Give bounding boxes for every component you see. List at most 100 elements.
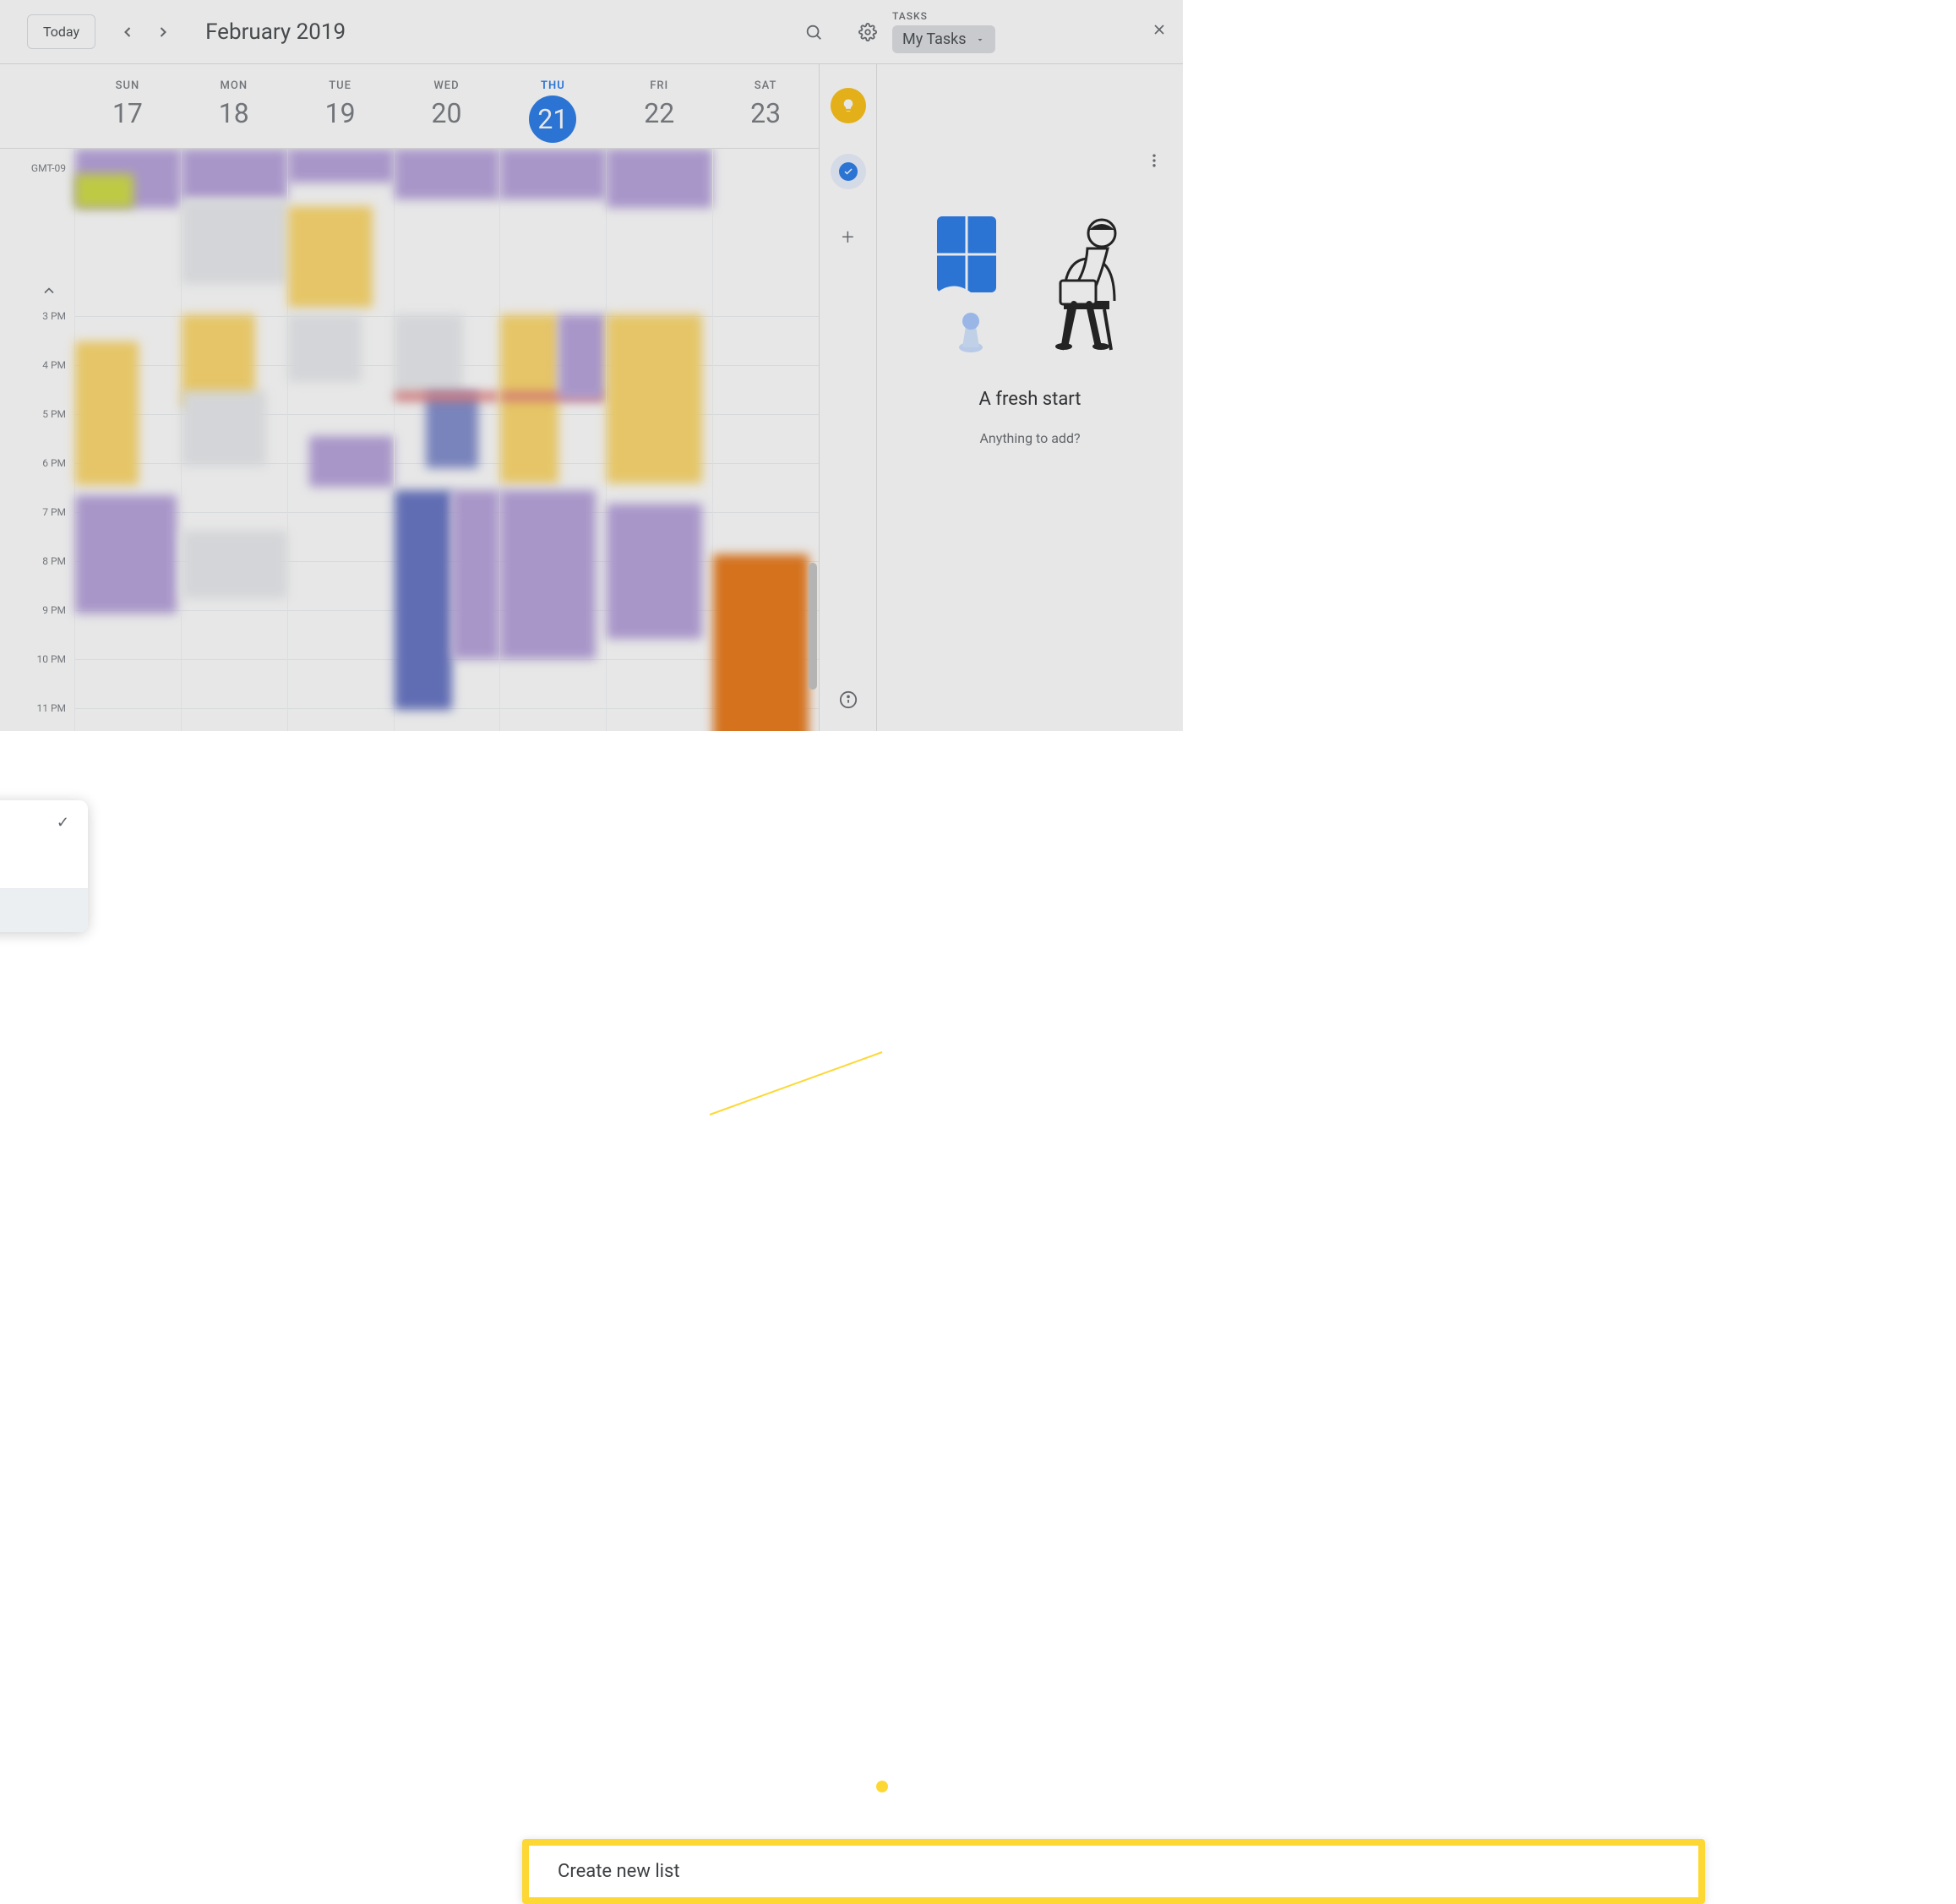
chevron-up-icon [41, 282, 57, 299]
calendar-event[interactable] [75, 174, 133, 208]
keep-sidebar-button[interactable] [831, 88, 866, 123]
day-header-tue[interactable]: TUE 19 [287, 64, 394, 148]
calendar-event[interactable] [182, 199, 287, 284]
day-header-mon[interactable]: MON 18 [181, 64, 287, 148]
calendar-event[interactable] [607, 314, 701, 483]
day-column[interactable] [606, 149, 712, 731]
calendar-event[interactable] [395, 392, 500, 401]
today-button[interactable]: Today [27, 14, 95, 49]
caret-down-icon [975, 35, 985, 45]
month-title: February 2019 [205, 19, 778, 45]
time-label: 3 PM [42, 310, 66, 322]
day-of-week-label: THU [499, 79, 606, 92]
time-label: 4 PM [42, 359, 66, 371]
callout-text: Create new list [558, 1861, 680, 1882]
prev-week-button[interactable] [112, 17, 143, 47]
day-header-fri[interactable]: FRI 22 [606, 64, 712, 148]
day-of-week-label: TUE [287, 79, 394, 92]
calendar-event[interactable] [182, 149, 287, 199]
calendar-event[interactable] [607, 149, 712, 208]
tasks-more-button[interactable] [1146, 152, 1163, 172]
tasks-check-icon [843, 166, 853, 177]
day-number: 19 [287, 97, 394, 129]
day-number: 23 [712, 97, 819, 129]
next-week-button[interactable] [148, 17, 178, 47]
day-of-week-label: SUN [74, 79, 181, 92]
callout-box: Create new list [522, 1839, 1705, 1904]
calendar-event[interactable] [500, 490, 595, 659]
timezone-label: GMT-09 [31, 162, 66, 174]
more-vertical-icon [1146, 152, 1163, 169]
day-of-week-label: WED [394, 79, 500, 92]
day-column[interactable] [74, 149, 181, 731]
day-of-week-label: MON [181, 79, 287, 92]
collapse-allday-button[interactable] [41, 282, 57, 303]
time-label: 11 PM [36, 702, 66, 714]
info-icon [839, 690, 858, 709]
tasks-empty-title: A fresh start [978, 389, 1081, 410]
time-label: 6 PM [42, 457, 66, 469]
day-number: 18 [181, 97, 287, 129]
close-icon [1151, 21, 1168, 38]
dropdown-item-roblefs-list[interactable]: roblef's list [0, 845, 88, 888]
day-number-today: 21 [529, 95, 576, 143]
scrollbar-thumb[interactable] [809, 563, 817, 690]
day-header-wed[interactable]: WED 20 [394, 64, 500, 148]
time-label: 8 PM [42, 555, 66, 567]
calendar-event[interactable] [288, 149, 394, 183]
chevron-left-icon [119, 24, 136, 41]
calendar-event[interactable] [395, 490, 453, 710]
time-label: 10 PM [36, 653, 66, 665]
day-header-sat[interactable]: SAT 23 [712, 64, 819, 148]
tasks-list-selector[interactable]: My Tasks [892, 25, 995, 53]
add-addon-button[interactable]: + [831, 220, 866, 255]
search-icon [804, 23, 823, 41]
calendar-event[interactable] [558, 314, 606, 399]
callout-anchor-dot [876, 1781, 888, 1792]
day-number: 20 [394, 97, 500, 129]
calendar-event[interactable] [182, 531, 287, 598]
dropdown-create-new-list[interactable]: Create new list [0, 889, 88, 932]
calendar-event[interactable] [75, 495, 177, 614]
calendar-event[interactable] [607, 504, 701, 639]
day-column[interactable] [712, 149, 819, 731]
search-button[interactable] [795, 14, 832, 51]
day-of-week-label: SAT [712, 79, 819, 92]
tasks-heading: TASKS [892, 10, 995, 22]
tasks-close-button[interactable] [1151, 21, 1168, 43]
day-column[interactable] [394, 149, 500, 731]
time-label: 7 PM [42, 506, 66, 518]
calendar-event[interactable] [182, 390, 266, 466]
calendar-event[interactable] [395, 314, 463, 399]
calendar-scrollbar[interactable] [809, 301, 817, 706]
calendar-event[interactable] [426, 392, 478, 468]
day-number: 17 [74, 97, 181, 129]
calendar-event[interactable] [75, 341, 139, 485]
time-label: 5 PM [42, 408, 66, 420]
day-column[interactable] [181, 149, 287, 731]
calendar-event[interactable] [288, 314, 362, 382]
calendar-event[interactable] [500, 149, 606, 199]
calendar-event[interactable] [713, 554, 808, 731]
tasks-sidebar-button[interactable] [831, 154, 866, 189]
info-button[interactable] [839, 690, 858, 712]
chevron-right-icon [155, 24, 172, 41]
lightbulb-icon [841, 98, 856, 113]
tasks-empty-illustration [920, 199, 1140, 368]
tasks-list-label: My Tasks [902, 30, 967, 48]
gear-icon [858, 23, 877, 41]
day-number: 22 [606, 97, 712, 129]
tasks-empty-subtitle: Anything to add? [979, 430, 1080, 446]
day-column[interactable] [499, 149, 606, 731]
day-header-sun[interactable]: SUN 17 [74, 64, 181, 148]
calendar-event[interactable] [309, 436, 394, 487]
tasks-list-dropdown: My Tasks roblef's list Create new list [0, 800, 88, 932]
day-column[interactable] [287, 149, 394, 731]
day-header-thu[interactable]: THU 21 [499, 64, 606, 148]
calendar-event[interactable] [452, 490, 499, 659]
calendar-event[interactable] [288, 206, 373, 308]
dropdown-item-my-tasks[interactable]: My Tasks [0, 800, 88, 845]
calendar-event[interactable] [395, 149, 500, 199]
day-of-week-label: FRI [606, 79, 712, 92]
time-label: 9 PM [42, 604, 66, 616]
